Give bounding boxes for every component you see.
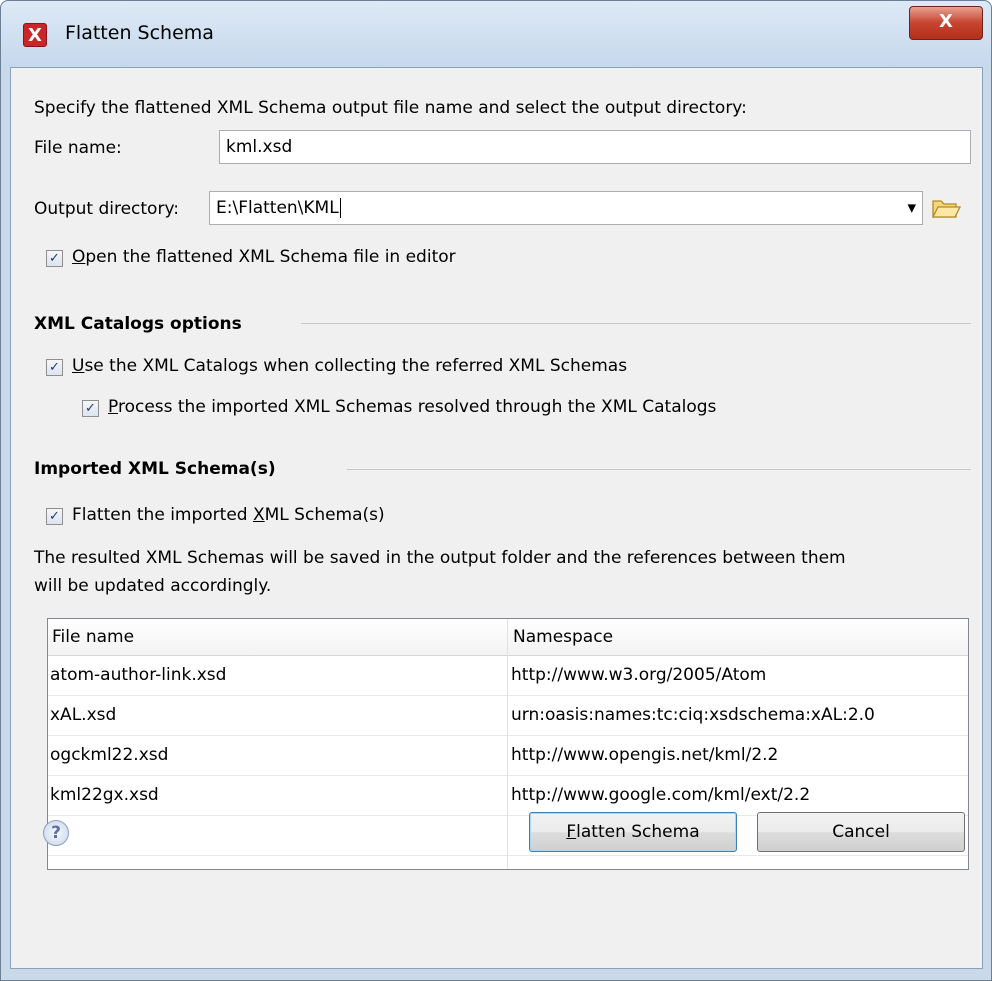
help-icon[interactable]: ? (43, 820, 69, 846)
file-name-input[interactable]: kml.xsd (219, 130, 971, 164)
table-row[interactable]: xAL.xsd urn:oasis:names:tc:ciq:xsdschema… (48, 695, 968, 736)
flatten-schema-dialog: X Flatten Schema X Specify the flattened… (0, 0, 992, 981)
table-cell-namespace: http://www.opengis.net/kml/2.2 (511, 745, 779, 765)
oxygen-x-icon: X (23, 23, 47, 47)
close-icon: X (939, 11, 953, 32)
open-in-editor-mnemonic: O (72, 247, 86, 267)
process-imported-checkbox[interactable]: ✓ (82, 400, 99, 417)
process-imported-mnemonic: P (108, 397, 118, 417)
flatten-imported-text: ML Schema(s) (264, 505, 385, 525)
description-line-1: The resulted XML Schemas will be saved i… (34, 548, 846, 568)
open-in-editor-label[interactable]: Open the flattened XML Schema file in ed… (72, 247, 456, 267)
use-catalogs-text: se the XML Catalogs when collecting the … (84, 356, 628, 376)
check-icon: ✓ (49, 251, 60, 266)
table-header: File name Namespace (48, 619, 968, 656)
table-cell-namespace: http://www.google.com/kml/ext/2.2 (511, 785, 811, 805)
xml-catalogs-section-title: XML Catalogs options (34, 314, 242, 334)
chevron-down-icon[interactable]: ▾ (907, 192, 916, 224)
open-in-editor-checkbox[interactable]: ✓ (46, 250, 63, 267)
open-in-editor-text: pen the flattened XML Schema file in edi… (85, 247, 456, 267)
flatten-imported-mnemonic: X (252, 505, 265, 525)
imported-divider (347, 469, 971, 470)
intro-text: Specify the flattened XML Schema output … (34, 98, 747, 118)
title-bar[interactable]: X Flatten Schema X (1, 1, 991, 67)
table-cell-file: xAL.xsd (50, 705, 117, 725)
table-cell-file: ogckml22.xsd (50, 745, 169, 765)
xml-catalogs-divider (301, 323, 971, 324)
check-icon: ✓ (85, 401, 96, 416)
table-cell-namespace: http://www.w3.org/2005/Atom (511, 665, 767, 685)
description-line-2: will be updated accordingly. (34, 576, 272, 596)
output-directory-combo[interactable]: E:\Flatten\KML ▾ (209, 191, 923, 225)
file-name-label: File name: (34, 138, 122, 158)
table-row[interactable]: ogckml22.xsd http://www.opengis.net/kml/… (48, 735, 968, 776)
cancel-button[interactable]: Cancel (757, 812, 965, 852)
check-icon: ✓ (49, 509, 60, 524)
use-catalogs-checkbox[interactable]: ✓ (46, 359, 63, 376)
column-divider (507, 619, 508, 869)
flatten-schema-button[interactable]: Flatten Schema (529, 812, 737, 852)
column-header-file-name[interactable]: File name (48, 619, 507, 655)
flatten-schema-mnemonic: F (566, 822, 577, 842)
close-button[interactable]: X (909, 6, 983, 40)
window-title: Flatten Schema (65, 22, 214, 44)
output-directory-label: Output directory: (34, 199, 179, 219)
flatten-imported-checkbox[interactable]: ✓ (46, 508, 63, 525)
table-cell-file: atom-author-link.xsd (50, 665, 227, 685)
folder-open-icon[interactable] (931, 196, 962, 220)
table-row[interactable]: kml22gx.xsd http://www.google.com/kml/ex… (48, 775, 968, 816)
process-imported-text: rocess the imported XML Schemas resolved… (117, 397, 717, 417)
table-cell-file: kml22gx.xsd (50, 785, 159, 805)
process-imported-label[interactable]: Process the imported XML Schemas resolve… (108, 397, 716, 417)
use-catalogs-mnemonic: U (72, 356, 85, 376)
use-catalogs-label[interactable]: Use the XML Catalogs when collecting the… (72, 356, 627, 376)
table-cell-namespace: urn:oasis:names:tc:ciq:xsdschema:xAL:2.0 (511, 705, 875, 725)
flatten-imported-label[interactable]: Flatten the imported XML Schema(s) (72, 505, 385, 525)
output-directory-value: E:\Flatten\KML (216, 198, 339, 218)
flatten-schema-button-label: latten Schema (576, 822, 700, 842)
column-header-namespace[interactable]: Namespace (509, 619, 968, 655)
check-icon: ✓ (49, 360, 60, 375)
dialog-content: Specify the flattened XML Schema output … (10, 67, 983, 969)
imported-section-title: Imported XML Schema(s) (34, 459, 276, 479)
flatten-imported-prefix: Flatten the imported (72, 505, 253, 525)
table-row[interactable]: atom-author-link.xsd http://www.w3.org/2… (48, 655, 968, 696)
